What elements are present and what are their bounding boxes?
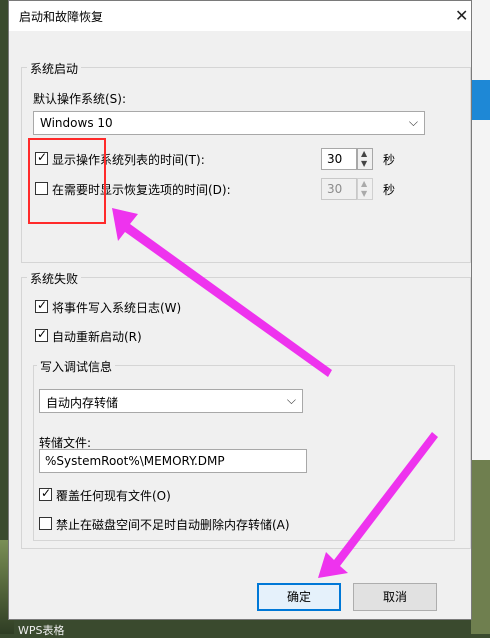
arrow-to-checkboxes [112,208,332,377]
annotation-arrows [112,208,438,578]
arrow-to-ok-button [318,432,438,578]
